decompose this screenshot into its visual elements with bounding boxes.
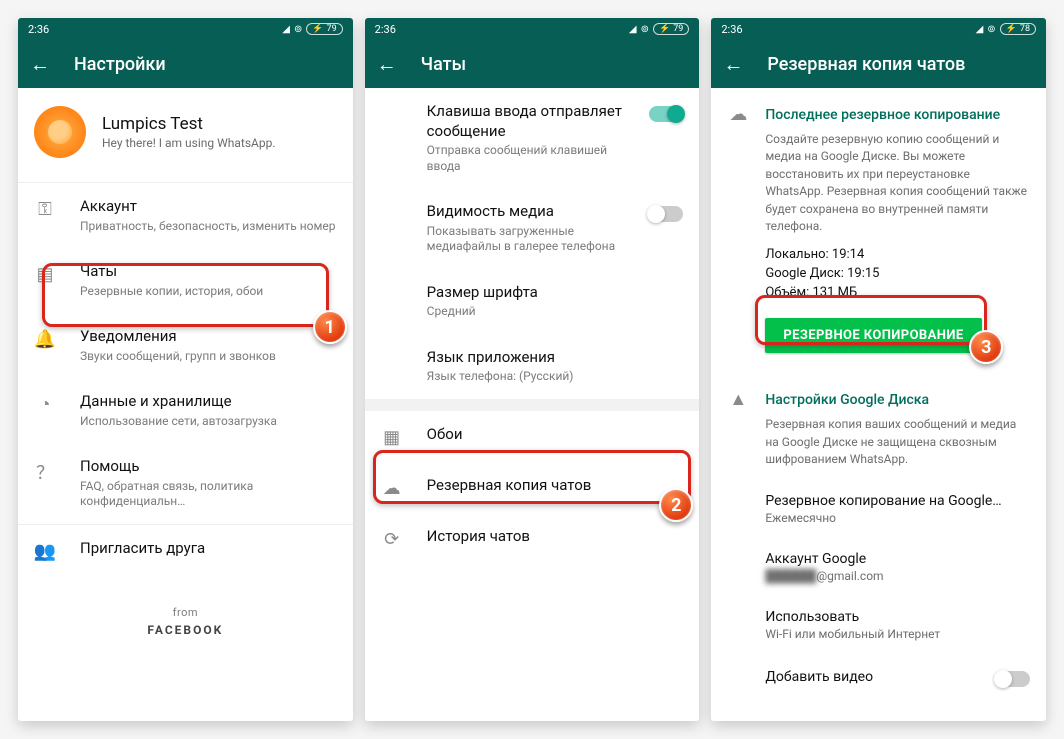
- settings-item-data[interactable]: ◔ Данные и хранилище Использование сети,…: [18, 378, 353, 443]
- settings-item-chats[interactable]: ▤ Чаты Резервные копии, история, обои: [18, 248, 353, 313]
- profile-row[interactable]: Lumpics Test Hey there! I am using Whats…: [18, 88, 353, 182]
- back-icon[interactable]: ←: [30, 54, 50, 74]
- back-icon[interactable]: ←: [723, 54, 743, 74]
- battery-icon: ⚡79: [306, 23, 342, 35]
- signal-icon: ◢: [629, 24, 637, 35]
- help-icon: ？: [34, 459, 56, 485]
- section-divider: [365, 399, 700, 411]
- data-icon: ◔: [34, 394, 56, 415]
- chats-item-wallpaper[interactable]: ▦ Обои: [365, 411, 700, 462]
- settings-item-notifications[interactable]: 🔔 Уведомления Звуки сообщений, групп и з…: [18, 313, 353, 378]
- google-account[interactable]: Аккаунт Google ██████@gmail.com: [711, 539, 1046, 597]
- backup-button[interactable]: РЕЗЕРВНОЕ КОПИРОВАНИЕ: [765, 318, 981, 353]
- app-bar: ← Чаты: [365, 40, 700, 88]
- drive-icon: ▲: [727, 389, 749, 410]
- backup-frequency[interactable]: Резервное копирование на Google… Ежемеся…: [711, 481, 1046, 539]
- chats-item-font-size[interactable]: Размер шрифта Средний: [365, 269, 700, 334]
- status-bar: 2:36 ◢ ⊚ ⚡79: [365, 18, 700, 40]
- bell-icon: 🔔: [34, 329, 56, 350]
- signal-icon: ◢: [282, 24, 290, 35]
- app-bar: ← Настройки: [18, 40, 353, 88]
- screen-settings: 2:36 ◢ ⊚ ⚡79 ← Настройки Lumpics Test He…: [18, 18, 353, 721]
- battery-icon: ⚡78: [1000, 23, 1036, 35]
- screen-chats: 2:36 ◢ ⊚ ⚡79 ← Чаты Клавиша ввода отправ…: [365, 18, 700, 721]
- status-icons: ◢ ⊚ ⚡78: [976, 23, 1036, 35]
- avatar: [34, 106, 86, 158]
- chat-icon: ▤: [34, 264, 56, 285]
- page-title: Настройки: [74, 54, 166, 75]
- status-bar: 2:36 ◢ ⊚ ⚡79: [18, 18, 353, 40]
- toggle-include-videos[interactable]: [996, 671, 1030, 687]
- clock: 2:36: [28, 23, 49, 36]
- toggle-enter-sends[interactable]: [649, 106, 683, 122]
- people-icon: 👥: [34, 541, 56, 562]
- wifi-icon: ⊚: [987, 24, 995, 35]
- app-bar: ← Резервная копия чатов: [711, 40, 1046, 88]
- wifi-icon: ⊚: [294, 24, 302, 35]
- chats-item-app-language[interactable]: Язык приложения Язык телефона: (Русский): [365, 334, 700, 399]
- settings-item-invite[interactable]: 👥 Пригласить друга: [18, 525, 353, 576]
- chats-item-backup[interactable]: ☁ Резервная копия чатов: [365, 462, 700, 513]
- status-icons: ◢ ⊚ ⚡79: [629, 23, 689, 35]
- profile-status: Hey there! I am using WhatsApp.: [102, 136, 276, 150]
- status-bar: 2:36 ◢ ⊚ ⚡78: [711, 18, 1046, 40]
- gdrive-heading: ▲ Настройки Google Диска: [711, 373, 1046, 416]
- battery-icon: ⚡79: [653, 23, 689, 35]
- history-icon: ⟳: [381, 529, 403, 550]
- backup-stats: Локально: 19:14 Google Диск: 19:15 Объём…: [711, 247, 1046, 314]
- wifi-icon: ⊚: [641, 24, 649, 35]
- page-title: Чаты: [421, 54, 466, 75]
- page-title: Резервная копия чатов: [767, 54, 965, 75]
- chats-item-enter-sends[interactable]: Клавиша ввода отправляет сообщение Отпра…: [365, 88, 700, 188]
- backup-network[interactable]: Использовать Wi-Fi или мобильный Интерне…: [711, 597, 1046, 655]
- toggle-media-visibility[interactable]: [649, 206, 683, 222]
- screen-chat-backup: 2:36 ◢ ⊚ ⚡78 ← Резервная копия чатов ☁ П…: [711, 18, 1046, 721]
- settings-item-help[interactable]: ？ Помощь FAQ, обратная связь, политика к…: [18, 443, 353, 524]
- chats-item-history[interactable]: ⟳ История чатов: [365, 513, 700, 564]
- cloud-up-icon: ☁: [727, 104, 749, 125]
- chats-item-media-visibility[interactable]: Видимость медиа Показывать загруженные м…: [365, 188, 700, 269]
- clock: 2:36: [375, 23, 396, 36]
- key-icon: ⚿: [34, 199, 56, 220]
- back-icon[interactable]: ←: [377, 54, 397, 74]
- profile-name: Lumpics Test: [102, 114, 276, 134]
- settings-item-account[interactable]: ⚿ Аккаунт Приватность, безопасность, изм…: [18, 183, 353, 248]
- signal-icon: ◢: [976, 24, 984, 35]
- wallpaper-icon: ▦: [381, 427, 403, 448]
- from-facebook: from FACEBOOK: [18, 576, 353, 667]
- gdrive-desc: Резервная копия ваших сообщений и медиа …: [711, 416, 1046, 480]
- cloud-up-icon: ☁: [381, 478, 403, 499]
- status-icons: ◢ ⊚ ⚡79: [282, 23, 342, 35]
- last-backup-heading: ☁ Последнее резервное копирование: [711, 88, 1046, 131]
- last-backup-desc: Создайте резервную копию сообщений и мед…: [711, 131, 1046, 247]
- include-videos[interactable]: Добавить видео: [711, 655, 1046, 701]
- clock: 2:36: [721, 23, 742, 36]
